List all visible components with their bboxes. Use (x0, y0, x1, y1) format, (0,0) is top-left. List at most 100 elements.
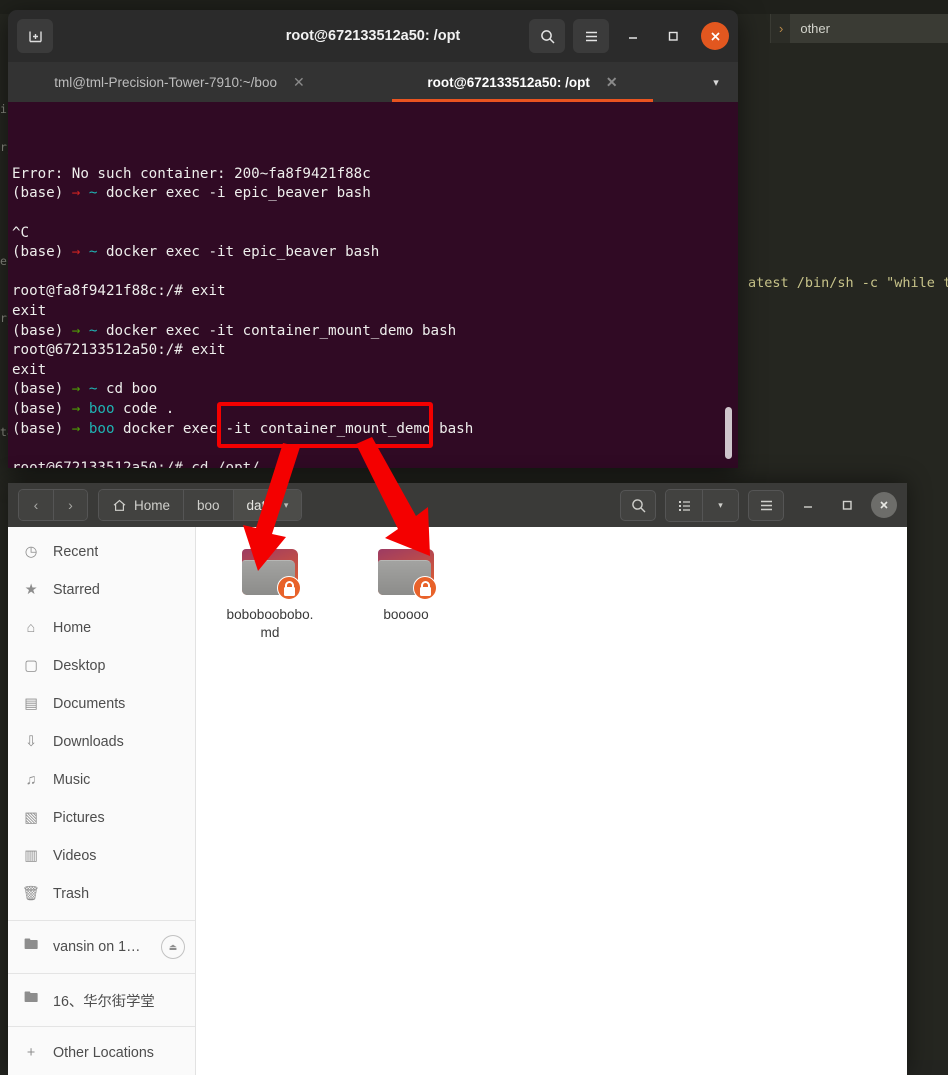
breadcrumb: Home boo data ▾ (98, 489, 303, 521)
terminal-minimize-button[interactable] (617, 21, 649, 51)
terminal-line: ^C (12, 224, 30, 241)
documents-icon: ▤ (24, 696, 38, 712)
close-icon (880, 501, 888, 509)
sidebar-item-mount-1[interactable]: 🖿 16、华尔街学堂 (8, 981, 195, 1019)
file-item[interactable]: boboboobobo.md (224, 549, 316, 642)
maximize-icon (668, 31, 678, 41)
sidebar-item-videos[interactable]: ▥ Videos (8, 837, 195, 875)
minimize-icon (629, 37, 637, 39)
download-icon: ⇩ (25, 734, 37, 750)
folder-locked-icon (242, 549, 301, 600)
sidebar-item-other-locations[interactable]: + Other Locations (8, 1034, 195, 1072)
terminal-line: exit (12, 302, 47, 319)
home-icon: ⌂ (26, 620, 36, 636)
file-manager-content[interactable]: boboboobobo.md booooo (196, 527, 907, 1075)
folder-icon: 🖿 (23, 990, 39, 1006)
terminal-line: (base) → boo code . (12, 400, 175, 417)
lock-icon (277, 576, 301, 600)
file-manager-minimize-button[interactable] (793, 491, 823, 519)
sidebar-item-label: Recent (53, 544, 99, 560)
terminal-line: (base) → ~ cd boo (12, 381, 158, 398)
sidebar-item-label: Music (53, 772, 91, 788)
file-manager-window: ‹ › Home boo data ▾ ▾ ◷ Recent ★ Starred… (8, 483, 907, 1075)
terminal-tab-0[interactable]: tml@tml-Precision-Tower-7910:~/boo ✕ (8, 62, 351, 102)
home-icon (113, 499, 126, 511)
sidebar-item-documents[interactable]: ▤ Documents (8, 685, 195, 723)
video-icon: ▥ (24, 848, 38, 864)
clock-icon: ◷ (24, 544, 38, 560)
terminal-window: root@672133512a50: /opt tml@tml-Precisio… (8, 10, 738, 468)
breadcrumb-label: data (246, 497, 273, 513)
file-manager-menu-button[interactable] (748, 489, 784, 521)
sidebar-item-recent[interactable]: ◷ Recent (8, 533, 195, 571)
sidebar-item-pictures[interactable]: ▧ Pictures (8, 799, 195, 837)
file-manager-sidebar: ◷ Recent ★ Starred ⌂ Home ▢ Desktop ▤ Documents ⇩ D… (8, 527, 196, 1075)
music-note-icon: ♫ (25, 772, 37, 788)
file-name: boboboobobo.md (226, 607, 314, 640)
terminal-menu-button[interactable] (573, 19, 609, 53)
sidebar-item-downloads[interactable]: ⇩ Downloads (8, 723, 195, 761)
chevron-right-icon: › (779, 21, 784, 36)
terminal-search-button[interactable] (529, 19, 565, 53)
back-button[interactable]: ‹ (19, 490, 53, 520)
close-icon[interactable]: ✕ (606, 74, 618, 91)
view-options-button[interactable]: ▾ (702, 489, 738, 521)
sidebar-item-mount-0[interactable]: 🖿 vansin on 19… ⏏ (8, 928, 195, 966)
file-manager-search-button[interactable] (620, 489, 656, 521)
chevron-down-icon[interactable]: ▾ (284, 500, 289, 511)
list-view-button[interactable] (666, 489, 702, 521)
network-folder-icon: 🖿 (23, 937, 39, 953)
sidebar-item-starred[interactable]: ★ Starred (8, 571, 195, 609)
sidebar-item-trash[interactable]: 🗑 Trash (8, 875, 195, 913)
forward-button[interactable]: › (53, 490, 87, 520)
hamburger-menu-icon (760, 500, 772, 510)
sidebar-item-label: vansin on 19… (53, 939, 149, 955)
terminal-close-button[interactable] (701, 22, 729, 50)
file-manager-close-button[interactable] (871, 492, 897, 518)
terminal-tab-1[interactable]: root@672133512a50: /opt ✕ (351, 62, 694, 102)
terminal-tabbar: tml@tml-Precision-Tower-7910:~/boo ✕ roo… (8, 62, 738, 102)
minimize-icon (804, 506, 812, 508)
file-grid: boboboobobo.md booooo (224, 549, 907, 642)
terminal-line: (base) → ~ docker exec -i epic_beaver ba… (12, 185, 371, 202)
file-manager-header: ‹ › Home boo data ▾ ▾ (8, 483, 907, 527)
terminal-scrollbar[interactable] (725, 407, 732, 459)
breadcrumb-item-boo[interactable]: boo (183, 490, 233, 520)
background-editor-tab[interactable]: › other (770, 14, 948, 43)
terminal-output[interactable]: Error: No such container: 200~fa8f9421f8… (8, 102, 738, 468)
sidebar-item-music[interactable]: ♫ Music (8, 761, 195, 799)
terminal-line: (base) → ~ docker exec -it epic_beaver b… (12, 244, 380, 261)
terminal-line: exit (12, 361, 47, 378)
close-icon[interactable]: ✕ (293, 74, 305, 91)
file-manager-maximize-button[interactable] (832, 491, 862, 519)
new-tab-button[interactable] (17, 19, 53, 53)
terminal-maximize-button[interactable] (657, 21, 689, 51)
eject-button[interactable]: ⏏ (161, 935, 185, 959)
plus-icon: + (26, 1045, 36, 1061)
breadcrumb-item-data[interactable]: data ▾ (232, 490, 302, 520)
file-item[interactable]: booooo (360, 549, 452, 642)
terminal-line: (base) → ~ docker exec -it container_mou… (12, 322, 457, 339)
sidebar-item-desktop[interactable]: ▢ Desktop (8, 647, 195, 685)
terminal-line: Error: No such container: 200~fa8f9421f8… (12, 165, 371, 182)
star-icon: ★ (24, 582, 38, 598)
terminal-titlebar: root@672133512a50: /opt (8, 10, 738, 62)
navigation-buttons: ‹ › (18, 489, 88, 521)
terminal-line: (base) → boo docker exec -it container_m… (12, 420, 474, 437)
lock-icon (413, 576, 437, 600)
desktop-icon: ▢ (24, 658, 38, 674)
file-manager-main: ◷ Recent ★ Starred ⌂ Home ▢ Desktop ▤ Documents ⇩ D… (8, 527, 907, 1075)
terminal-tabs-overflow-button[interactable]: ▾ (694, 62, 738, 102)
sidebar-item-home[interactable]: ⌂ Home (8, 609, 195, 647)
terminal-line: root@672133512a50:/# exit (12, 342, 226, 359)
trash-icon: 🗑 (21, 886, 41, 902)
terminal-tab-label: root@672133512a50: /opt (427, 74, 590, 90)
sidebar-divider (8, 920, 195, 921)
breadcrumb-item-home[interactable]: Home (99, 490, 184, 520)
folder-locked-icon (378, 549, 437, 600)
terminal-line: root@672133512a50:/# cd /opt/ (12, 459, 260, 468)
sidebar-item-label: Documents (53, 696, 126, 712)
